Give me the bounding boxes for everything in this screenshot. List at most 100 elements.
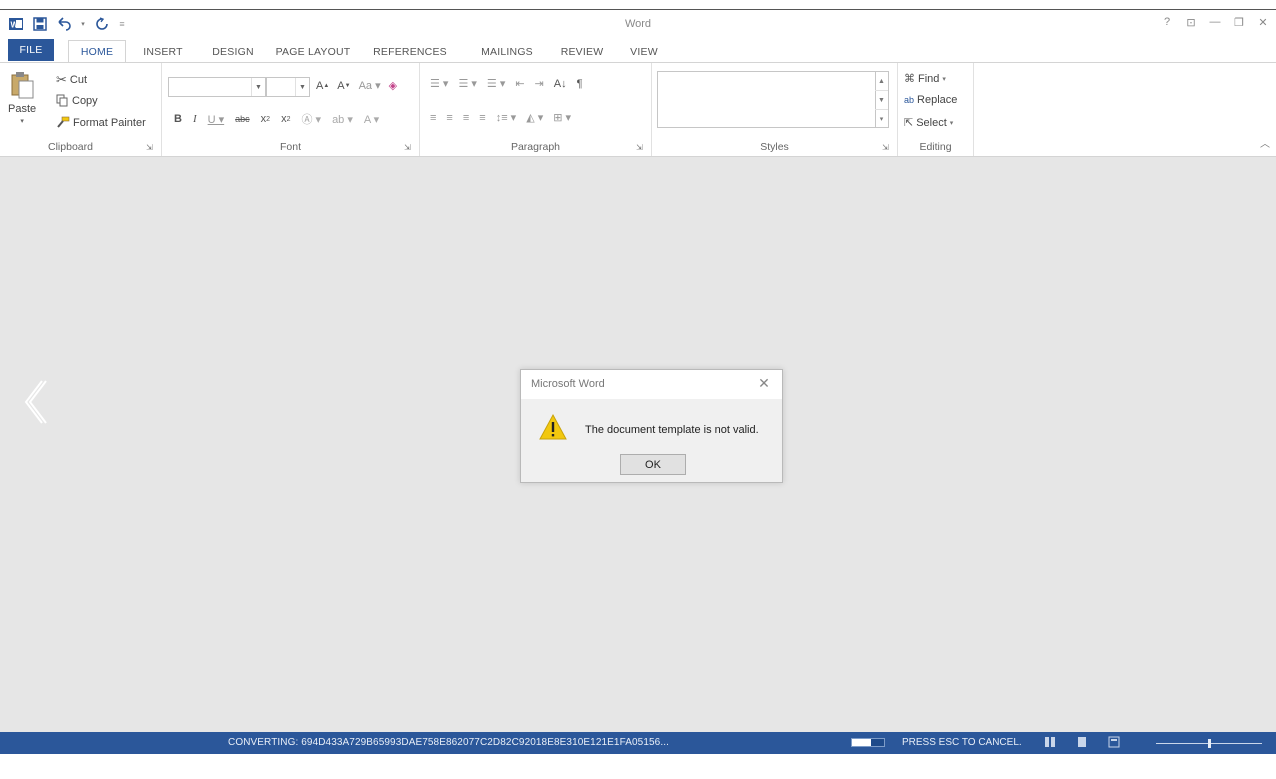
paste-button[interactable]: Paste ▾ [8,71,36,125]
shading-icon[interactable]: ◭ ▾ [526,111,543,124]
web-layout-icon[interactable] [1108,736,1120,748]
editing-group: ⌘ Find ▾ ab Replace ⇱ Select ▾ Editing [898,63,974,156]
cut-button[interactable]: ✂ Cut [56,72,87,88]
collapse-ribbon-icon[interactable]: ︿ [1260,135,1270,150]
find-label: Find [918,72,940,85]
numbering-icon[interactable]: ☰ ▾ [458,77,476,90]
increase-indent-icon[interactable]: ⇥ [535,77,544,90]
select-button[interactable]: ⇱ Select ▾ [904,116,954,130]
tab-home[interactable]: HOME [68,40,126,62]
sort-icon[interactable]: A↓ [554,78,567,90]
tab-view[interactable]: VIEW [624,41,664,62]
replace-icon: ab [904,95,915,105]
close-icon[interactable]: ✕ [1256,14,1270,30]
replace-button[interactable]: ab Replace [904,94,957,106]
help-icon[interactable]: ? [1160,14,1174,30]
paragraph-group-label: Paragraph [510,141,561,153]
tab-references[interactable]: REFERENCES [364,41,456,62]
dialog-message: The document template is not valid. [585,424,759,436]
dialog-title-bar: Microsoft Word ✕ [521,370,782,399]
align-left-icon[interactable]: ≡ [430,112,436,124]
dialog-close-icon[interactable]: ✕ [756,375,772,391]
font-launcher-icon[interactable]: ⇲ [404,143,413,152]
minimize-icon[interactable]: — [1208,14,1222,30]
show-formatting-icon[interactable]: ¶ [577,78,583,90]
ribbon: Paste ▾ ✂ Cut Copy Format Painter Clipbo… [0,62,1276,157]
paste-dropdown-icon: ▾ [20,118,24,125]
tab-file[interactable]: FILE [8,39,54,61]
format-painter-label: Format Painter [73,116,146,129]
styles-more-icon[interactable]: ▾ [875,110,888,129]
word-window: W ▾ ≡ Word ? ⊡ — ❐ ✕ FILE HOME INSERT DE… [0,0,1276,779]
align-center-icon[interactable]: ≡ [446,112,452,124]
error-dialog: Microsoft Word ✕ The document template i… [520,369,783,483]
cursor-arrow-icon: ⇱ [904,117,914,129]
print-layout-icon[interactable] [1076,736,1088,748]
conversion-progress-bar [851,738,885,747]
strikethrough-icon[interactable]: abc [235,114,250,124]
ribbon-display-options-icon[interactable]: ⊡ [1184,14,1198,30]
font-color-icon[interactable]: A ▾ [364,113,379,126]
select-dropdown-icon: ▾ [949,119,954,127]
font-top-row: A ▲ A ▼ Aa ▾ ◈ [316,79,397,93]
align-right-icon[interactable]: ≡ [463,112,469,124]
copy-button[interactable]: Copy [56,94,98,107]
binoculars-icon: ⌘ [904,73,915,85]
tab-page-layout[interactable]: PAGE LAYOUT [270,41,356,62]
text-effects-icon[interactable]: Ⓐ ▾ [301,111,321,127]
justify-icon[interactable]: ≡ [479,112,485,124]
tab-mailings[interactable]: MAILINGS [474,41,540,62]
ok-button[interactable]: OK [620,454,686,475]
find-dropdown-icon: ▾ [942,75,946,83]
zoom-slider-thumb[interactable] [1208,739,1211,748]
grow-font-icon[interactable]: A ▲ [316,80,329,92]
subscript-icon[interactable]: x2 [261,113,270,125]
restore-icon[interactable]: ❐ [1232,14,1246,30]
tab-review[interactable]: REVIEW [556,41,608,62]
paragraph-launcher-icon[interactable]: ⇲ [636,143,645,152]
font-name-dropdown-icon[interactable]: ▼ [251,78,265,96]
paintbrush-icon [57,116,70,128]
change-case-icon[interactable]: Aa ▾ [359,79,381,92]
read-mode-icon[interactable] [1044,736,1056,748]
editing-group-label: Editing [919,141,952,153]
copy-label: Copy [72,94,98,107]
font-group-label: Font [279,141,301,153]
bullets-icon[interactable]: ☰ ▾ [430,77,448,90]
styles-gallery[interactable] [657,71,876,128]
font-name-combo[interactable]: ▼ [168,77,266,97]
font-size-dropdown-icon[interactable]: ▼ [295,78,309,96]
styles-launcher-icon[interactable]: ⇲ [882,143,891,152]
clipboard-launcher-icon[interactable]: ⇲ [146,143,155,152]
clear-formatting-icon[interactable]: ◈ [389,79,397,92]
copy-icon [56,94,68,107]
cancel-hint: PRESS ESC TO CANCEL. [902,737,1022,748]
italic-icon[interactable]: I [193,113,197,125]
superscript-icon[interactable]: x2 [281,113,290,125]
previous-page-chevron-icon[interactable] [20,377,50,427]
tab-design[interactable]: DESIGN [208,41,258,62]
replace-label: Replace [917,94,958,106]
styles-scroll-down-icon[interactable]: ▼ [875,91,888,110]
tab-insert[interactable]: INSERT [138,41,188,62]
cut-label: Cut [69,74,88,86]
bold-icon[interactable]: B [174,113,182,125]
title-bar: W ▾ ≡ Word ? ⊡ — ❐ ✕ [0,10,1276,38]
find-button[interactable]: ⌘ Find ▾ [904,72,946,86]
shrink-font-icon[interactable]: A ▼ [337,80,350,92]
decrease-indent-icon[interactable]: ⇤ [515,77,524,90]
multilevel-list-icon[interactable]: ☰ ▾ [487,77,505,90]
paragraph-bottom-row: ≡ ≡ ≡ ≡ ↕≡ ▾ ◭ ▾ ⊞ ▾ [430,111,571,125]
borders-icon[interactable]: ⊞ ▾ [553,111,571,124]
format-painter-button[interactable]: Format Painter [56,116,146,129]
line-spacing-icon[interactable]: ↕≡ ▾ [496,111,517,124]
font-size-combo[interactable]: ▼ [266,77,310,97]
styles-gallery-scroll[interactable]: ▲ ▼ ▾ [875,71,889,128]
highlight-icon[interactable]: ab ▾ [332,113,353,126]
ribbon-tabs: FILE HOME INSERT DESIGN PAGE LAYOUT REFE… [0,38,1276,62]
window-controls: ? ⊡ — ❐ ✕ [1160,14,1270,30]
status-bar-strip: CONVERTING: 694D433A729B65993DAE758E8620… [0,732,1276,754]
underline-icon[interactable]: U ▾ [208,113,225,126]
styles-scroll-up-icon[interactable]: ▲ [875,72,888,91]
paste-label: Paste [8,103,37,115]
